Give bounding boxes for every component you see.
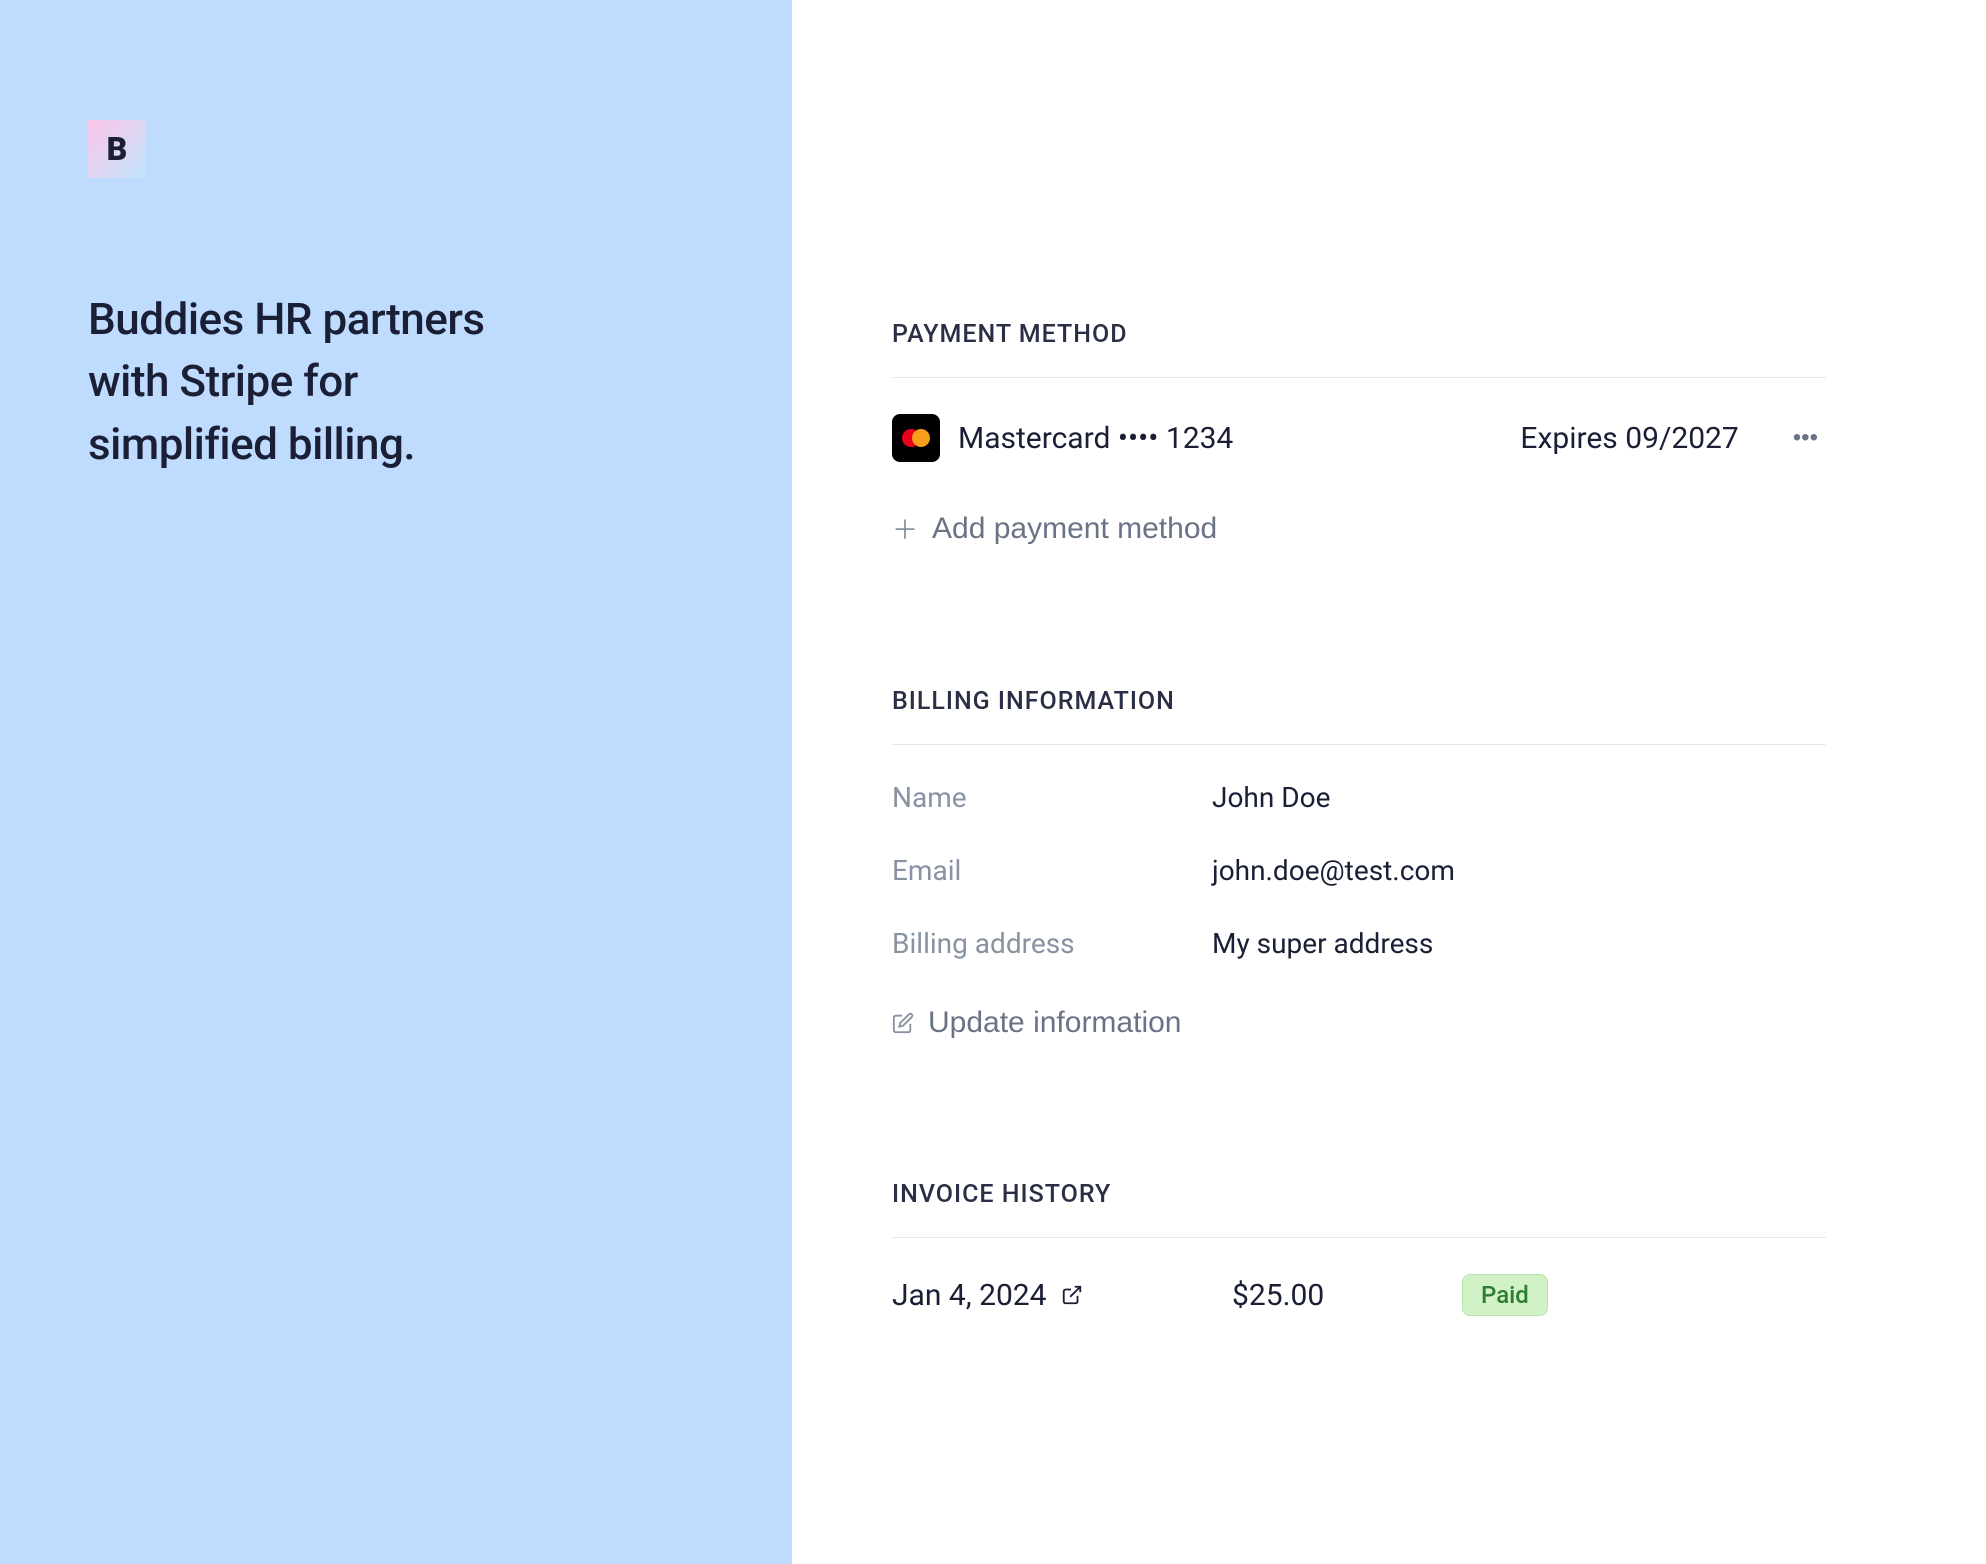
invoice-amount: $25.00	[1232, 1278, 1462, 1313]
update-information-label: Update information	[928, 1006, 1181, 1040]
invoice-status-badge: Paid	[1462, 1274, 1548, 1316]
card-expiry: Expires 09/2027	[1520, 421, 1738, 456]
billing-info-title: BILLING INFORMATION	[892, 687, 1826, 716]
address-value: My super address	[1212, 927, 1826, 960]
add-payment-method-button[interactable]: ＋ Add payment method	[892, 510, 1217, 547]
sidebar-heading: Buddies HR partners with Stripe for simp…	[88, 288, 542, 475]
card-more-button[interactable]: •••	[1785, 418, 1826, 458]
payment-method-section: PAYMENT METHOD Mastercard •••• 1234 Expi…	[892, 320, 1826, 547]
external-link-icon	[1061, 1284, 1083, 1306]
mastercard-icon	[892, 414, 940, 462]
card-dots: ••••	[1118, 421, 1159, 456]
sidebar: B Buddies HR partners with Stripe for si…	[0, 0, 792, 1564]
invoice-row: Jan 4, 2024 $25.00 Paid	[892, 1274, 1826, 1316]
invoice-date-link[interactable]: Jan 4, 2024	[892, 1278, 1232, 1313]
card-last4: 1234	[1166, 421, 1233, 456]
update-information-button[interactable]: Update information	[892, 1006, 1181, 1040]
address-label: Billing address	[892, 927, 1212, 960]
name-value: John Doe	[1212, 781, 1826, 814]
card-description: Mastercard •••• 1234	[958, 421, 1502, 456]
invoice-history-title: INVOICE HISTORY	[892, 1180, 1826, 1209]
main-content: PAYMENT METHOD Mastercard •••• 1234 Expi…	[792, 0, 1986, 1564]
email-label: Email	[892, 854, 1212, 887]
brand-logo: B	[88, 120, 146, 178]
payment-card-row: Mastercard •••• 1234 Expires 09/2027 •••	[892, 414, 1826, 462]
brand-logo-letter: B	[107, 130, 128, 168]
name-label: Name	[892, 781, 1212, 814]
more-horizontal-icon: •••	[1793, 424, 1818, 451]
billing-info-grid: Name John Doe Email john.doe@test.com Bi…	[892, 781, 1826, 960]
invoice-history-section: INVOICE HISTORY Jan 4, 2024 $25.00 Paid	[892, 1180, 1826, 1316]
add-payment-label: Add payment method	[932, 512, 1217, 546]
invoice-date: Jan 4, 2024	[892, 1278, 1047, 1313]
edit-icon	[892, 1012, 914, 1034]
expires-label: Expires	[1520, 421, 1617, 456]
divider	[892, 377, 1826, 378]
expires-value: 09/2027	[1625, 421, 1739, 456]
plus-icon: ＋	[892, 510, 918, 547]
card-brand: Mastercard	[958, 421, 1110, 456]
divider	[892, 744, 1826, 745]
email-value: john.doe@test.com	[1212, 854, 1826, 887]
payment-method-title: PAYMENT METHOD	[892, 320, 1826, 349]
divider	[892, 1237, 1826, 1238]
billing-info-section: BILLING INFORMATION Name John Doe Email …	[892, 687, 1826, 1040]
